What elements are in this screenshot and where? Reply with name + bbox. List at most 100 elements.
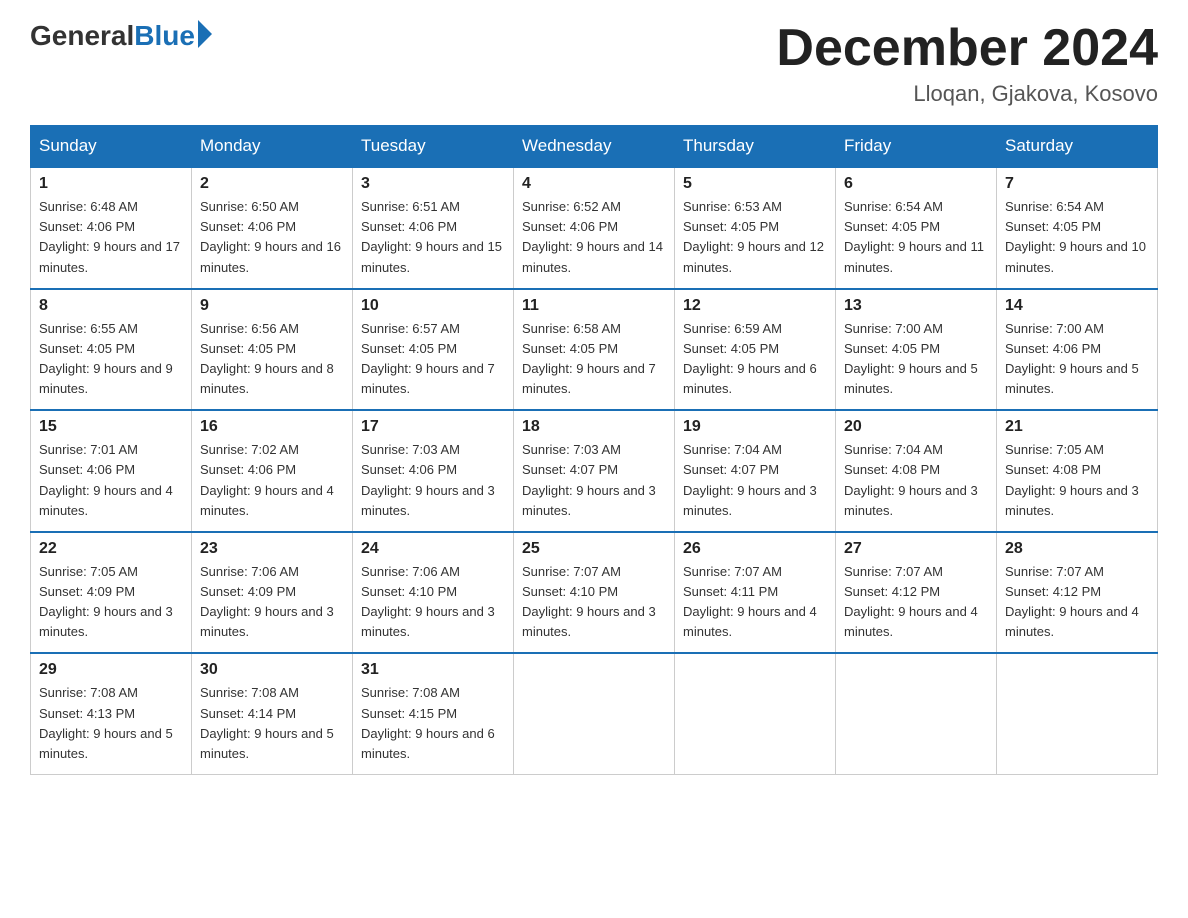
day-info: Sunrise: 7:00 AMSunset: 4:05 PMDaylight:… <box>844 321 978 396</box>
day-number: 25 <box>522 540 666 558</box>
day-info: Sunrise: 7:07 AMSunset: 4:12 PMDaylight:… <box>1005 564 1139 639</box>
day-info: Sunrise: 7:03 AMSunset: 4:06 PMDaylight:… <box>361 442 495 517</box>
day-number: 18 <box>522 418 666 436</box>
title-block: December 2024 Lloqan, Gjakova, Kosovo <box>776 20 1158 107</box>
day-number: 3 <box>361 175 505 193</box>
day-info: Sunrise: 7:05 AMSunset: 4:08 PMDaylight:… <box>1005 442 1139 517</box>
calendar-cell: 31 Sunrise: 7:08 AMSunset: 4:15 PMDaylig… <box>353 653 514 774</box>
day-info: Sunrise: 7:07 AMSunset: 4:11 PMDaylight:… <box>683 564 817 639</box>
calendar-cell: 15 Sunrise: 7:01 AMSunset: 4:06 PMDaylig… <box>31 410 192 532</box>
calendar-cell: 19 Sunrise: 7:04 AMSunset: 4:07 PMDaylig… <box>675 410 836 532</box>
week-row-3: 15 Sunrise: 7:01 AMSunset: 4:06 PMDaylig… <box>31 410 1158 532</box>
calendar-cell: 7 Sunrise: 6:54 AMSunset: 4:05 PMDayligh… <box>997 167 1158 289</box>
month-year-title: December 2024 <box>776 20 1158 77</box>
logo-blue-text: Blue <box>134 20 195 52</box>
day-number: 28 <box>1005 540 1149 558</box>
col-header-saturday: Saturday <box>997 126 1158 168</box>
calendar-cell: 8 Sunrise: 6:55 AMSunset: 4:05 PMDayligh… <box>31 289 192 411</box>
day-info: Sunrise: 6:54 AMSunset: 4:05 PMDaylight:… <box>1005 199 1146 274</box>
calendar-cell: 25 Sunrise: 7:07 AMSunset: 4:10 PMDaylig… <box>514 532 675 654</box>
calendar-cell: 30 Sunrise: 7:08 AMSunset: 4:14 PMDaylig… <box>192 653 353 774</box>
day-number: 27 <box>844 540 988 558</box>
day-info: Sunrise: 6:58 AMSunset: 4:05 PMDaylight:… <box>522 321 656 396</box>
calendar-cell <box>675 653 836 774</box>
week-row-2: 8 Sunrise: 6:55 AMSunset: 4:05 PMDayligh… <box>31 289 1158 411</box>
day-number: 11 <box>522 297 666 315</box>
calendar-cell: 5 Sunrise: 6:53 AMSunset: 4:05 PMDayligh… <box>675 167 836 289</box>
day-info: Sunrise: 6:50 AMSunset: 4:06 PMDaylight:… <box>200 199 341 274</box>
day-info: Sunrise: 6:55 AMSunset: 4:05 PMDaylight:… <box>39 321 173 396</box>
day-info: Sunrise: 7:00 AMSunset: 4:06 PMDaylight:… <box>1005 321 1139 396</box>
day-info: Sunrise: 7:08 AMSunset: 4:13 PMDaylight:… <box>39 685 173 760</box>
day-info: Sunrise: 7:08 AMSunset: 4:15 PMDaylight:… <box>361 685 495 760</box>
col-header-thursday: Thursday <box>675 126 836 168</box>
calendar-table: SundayMondayTuesdayWednesdayThursdayFrid… <box>30 125 1158 775</box>
calendar-cell: 4 Sunrise: 6:52 AMSunset: 4:06 PMDayligh… <box>514 167 675 289</box>
week-row-1: 1 Sunrise: 6:48 AMSunset: 4:06 PMDayligh… <box>31 167 1158 289</box>
day-number: 12 <box>683 297 827 315</box>
day-number: 21 <box>1005 418 1149 436</box>
col-header-monday: Monday <box>192 126 353 168</box>
calendar-cell: 17 Sunrise: 7:03 AMSunset: 4:06 PMDaylig… <box>353 410 514 532</box>
day-number: 20 <box>844 418 988 436</box>
day-number: 13 <box>844 297 988 315</box>
day-number: 7 <box>1005 175 1149 193</box>
day-info: Sunrise: 6:56 AMSunset: 4:05 PMDaylight:… <box>200 321 334 396</box>
calendar-cell: 20 Sunrise: 7:04 AMSunset: 4:08 PMDaylig… <box>836 410 997 532</box>
day-number: 8 <box>39 297 183 315</box>
calendar-cell: 23 Sunrise: 7:06 AMSunset: 4:09 PMDaylig… <box>192 532 353 654</box>
logo: General Blue <box>30 20 212 52</box>
day-number: 5 <box>683 175 827 193</box>
day-number: 4 <box>522 175 666 193</box>
week-row-5: 29 Sunrise: 7:08 AMSunset: 4:13 PMDaylig… <box>31 653 1158 774</box>
day-number: 23 <box>200 540 344 558</box>
calendar-cell: 27 Sunrise: 7:07 AMSunset: 4:12 PMDaylig… <box>836 532 997 654</box>
day-number: 24 <box>361 540 505 558</box>
calendar-cell: 26 Sunrise: 7:07 AMSunset: 4:11 PMDaylig… <box>675 532 836 654</box>
day-number: 22 <box>39 540 183 558</box>
calendar-cell: 22 Sunrise: 7:05 AMSunset: 4:09 PMDaylig… <box>31 532 192 654</box>
day-number: 10 <box>361 297 505 315</box>
day-number: 9 <box>200 297 344 315</box>
day-number: 17 <box>361 418 505 436</box>
page-header: General Blue December 2024 Lloqan, Gjako… <box>30 20 1158 107</box>
calendar-header-row: SundayMondayTuesdayWednesdayThursdayFrid… <box>31 126 1158 168</box>
col-header-sunday: Sunday <box>31 126 192 168</box>
logo-triangle-icon <box>198 20 212 48</box>
day-number: 2 <box>200 175 344 193</box>
day-info: Sunrise: 7:06 AMSunset: 4:10 PMDaylight:… <box>361 564 495 639</box>
calendar-cell: 9 Sunrise: 6:56 AMSunset: 4:05 PMDayligh… <box>192 289 353 411</box>
day-info: Sunrise: 7:07 AMSunset: 4:12 PMDaylight:… <box>844 564 978 639</box>
calendar-cell <box>997 653 1158 774</box>
day-info: Sunrise: 7:05 AMSunset: 4:09 PMDaylight:… <box>39 564 173 639</box>
calendar-cell: 14 Sunrise: 7:00 AMSunset: 4:06 PMDaylig… <box>997 289 1158 411</box>
day-info: Sunrise: 6:54 AMSunset: 4:05 PMDaylight:… <box>844 199 984 274</box>
location-subtitle: Lloqan, Gjakova, Kosovo <box>776 81 1158 107</box>
calendar-cell: 6 Sunrise: 6:54 AMSunset: 4:05 PMDayligh… <box>836 167 997 289</box>
calendar-cell: 21 Sunrise: 7:05 AMSunset: 4:08 PMDaylig… <box>997 410 1158 532</box>
calendar-cell: 24 Sunrise: 7:06 AMSunset: 4:10 PMDaylig… <box>353 532 514 654</box>
col-header-friday: Friday <box>836 126 997 168</box>
calendar-cell: 11 Sunrise: 6:58 AMSunset: 4:05 PMDaylig… <box>514 289 675 411</box>
week-row-4: 22 Sunrise: 7:05 AMSunset: 4:09 PMDaylig… <box>31 532 1158 654</box>
day-info: Sunrise: 6:57 AMSunset: 4:05 PMDaylight:… <box>361 321 495 396</box>
day-number: 31 <box>361 661 505 679</box>
day-info: Sunrise: 6:53 AMSunset: 4:05 PMDaylight:… <box>683 199 824 274</box>
day-info: Sunrise: 6:48 AMSunset: 4:06 PMDaylight:… <box>39 199 180 274</box>
day-number: 14 <box>1005 297 1149 315</box>
day-info: Sunrise: 7:04 AMSunset: 4:08 PMDaylight:… <box>844 442 978 517</box>
calendar-cell: 28 Sunrise: 7:07 AMSunset: 4:12 PMDaylig… <box>997 532 1158 654</box>
day-info: Sunrise: 7:01 AMSunset: 4:06 PMDaylight:… <box>39 442 173 517</box>
day-info: Sunrise: 7:02 AMSunset: 4:06 PMDaylight:… <box>200 442 334 517</box>
calendar-cell: 10 Sunrise: 6:57 AMSunset: 4:05 PMDaylig… <box>353 289 514 411</box>
logo-blue-box: Blue <box>134 20 212 52</box>
calendar-cell: 13 Sunrise: 7:00 AMSunset: 4:05 PMDaylig… <box>836 289 997 411</box>
calendar-cell: 16 Sunrise: 7:02 AMSunset: 4:06 PMDaylig… <box>192 410 353 532</box>
day-number: 26 <box>683 540 827 558</box>
calendar-cell: 2 Sunrise: 6:50 AMSunset: 4:06 PMDayligh… <box>192 167 353 289</box>
day-info: Sunrise: 7:04 AMSunset: 4:07 PMDaylight:… <box>683 442 817 517</box>
logo-general-text: General <box>30 20 134 52</box>
day-info: Sunrise: 7:07 AMSunset: 4:10 PMDaylight:… <box>522 564 656 639</box>
col-header-wednesday: Wednesday <box>514 126 675 168</box>
calendar-cell: 29 Sunrise: 7:08 AMSunset: 4:13 PMDaylig… <box>31 653 192 774</box>
